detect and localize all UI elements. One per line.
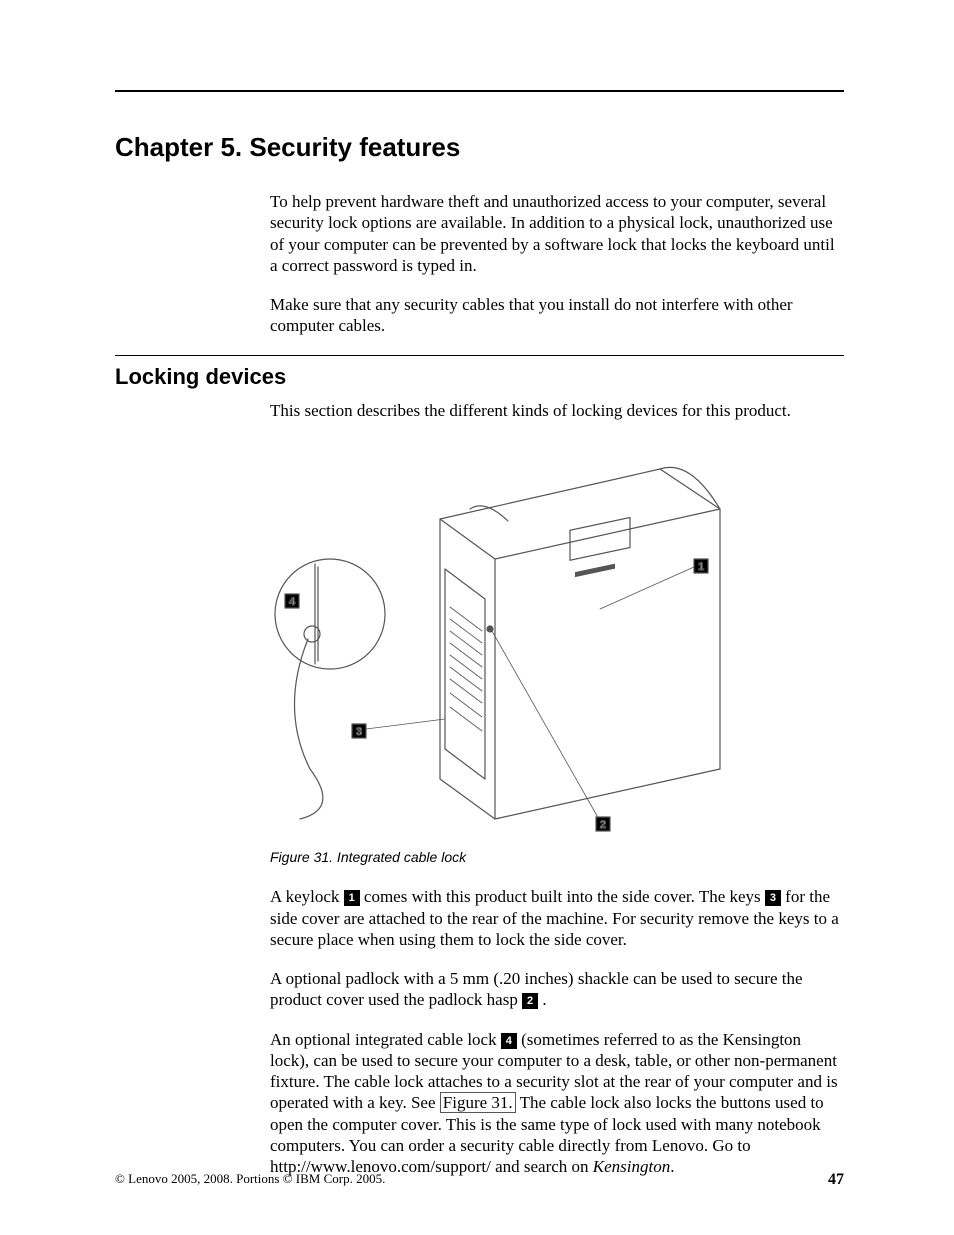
intro-para-2: Make sure that any security cables that … <box>270 294 844 337</box>
section-body: This section describes the different kin… <box>270 400 844 1178</box>
svg-text:1: 1 <box>698 561 704 573</box>
section-intro: This section describes the different kin… <box>270 400 844 421</box>
body-para-keylock: A keylock 1 comes with this product buil… <box>270 886 844 950</box>
section-heading: Locking devices <box>115 364 844 390</box>
text: . <box>542 990 546 1009</box>
computer-tower-diagram: 1 2 3 4 <box>270 439 830 839</box>
svg-text:2: 2 <box>600 819 606 831</box>
callout-1-icon: 1 <box>344 890 360 906</box>
page-number: 47 <box>828 1171 844 1189</box>
callout-2-icon: 2 <box>522 993 538 1009</box>
figure-caption: Figure 31. Integrated cable lock <box>270 849 844 867</box>
figure-31: 1 2 3 4 <box>270 439 830 839</box>
chapter-intro: To help prevent hardware theft and unaut… <box>270 191 844 337</box>
document-page: Chapter 5. Security features To help pre… <box>0 0 954 1235</box>
text: comes with this product built into the s… <box>364 887 765 906</box>
text: A keylock <box>270 887 344 906</box>
callout-4-icon: 4 <box>501 1033 517 1049</box>
top-rule <box>115 90 844 92</box>
copyright-text: © Lenovo 2005, 2008. Portions © IBM Corp… <box>115 1171 385 1187</box>
svg-text:4: 4 <box>289 596 296 608</box>
text: An optional integrated cable lock <box>270 1030 501 1049</box>
callout-3-icon: 3 <box>765 890 781 906</box>
intro-para-1: To help prevent hardware theft and unaut… <box>270 191 844 276</box>
figure-crossref[interactable]: Figure 31. <box>440 1092 516 1113</box>
section-rule <box>115 355 844 356</box>
chapter-title: Chapter 5. Security features <box>115 132 844 163</box>
svg-text:3: 3 <box>356 726 362 738</box>
body-para-padlock: A optional padlock with a 5 mm (.20 inch… <box>270 968 844 1011</box>
page-footer: © Lenovo 2005, 2008. Portions © IBM Corp… <box>115 1171 844 1189</box>
body-para-cablelock: An optional integrated cable lock 4 (som… <box>270 1029 844 1178</box>
